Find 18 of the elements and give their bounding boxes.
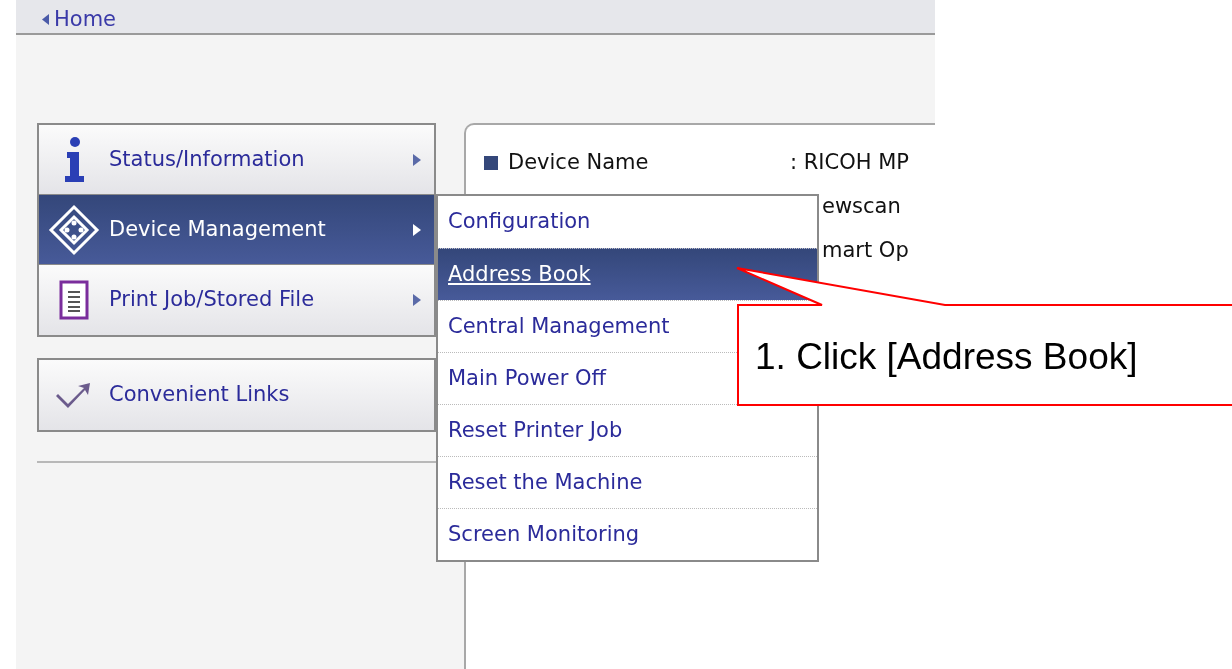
submenu-item[interactable]: Configuration: [438, 196, 817, 248]
submenu-item[interactable]: Address Book: [438, 248, 817, 300]
home-link[interactable]: Home: [42, 9, 116, 30]
nav-item[interactable]: Convenient Links: [39, 360, 434, 430]
document-icon: [59, 280, 89, 320]
nav-item[interactable]: Print Job/Stored File: [39, 265, 434, 335]
diamond-icon: [48, 203, 100, 256]
check-arrow-icon: [56, 382, 92, 408]
submenu-item[interactable]: Reset the Machine: [438, 456, 817, 508]
nav-item[interactable]: Device Management: [39, 195, 434, 265]
submenu-item[interactable]: Screen Monitoring: [438, 508, 817, 560]
square-bullet-icon: [484, 156, 498, 170]
back-caret-icon: [42, 14, 49, 25]
nav-item[interactable]: Status/Information: [39, 125, 434, 195]
info-label: Device Name: [508, 149, 649, 177]
info-value: mart Op: [822, 237, 909, 265]
info-value: : RICOH MP: [790, 149, 909, 177]
info-value: ewscan: [822, 193, 901, 221]
